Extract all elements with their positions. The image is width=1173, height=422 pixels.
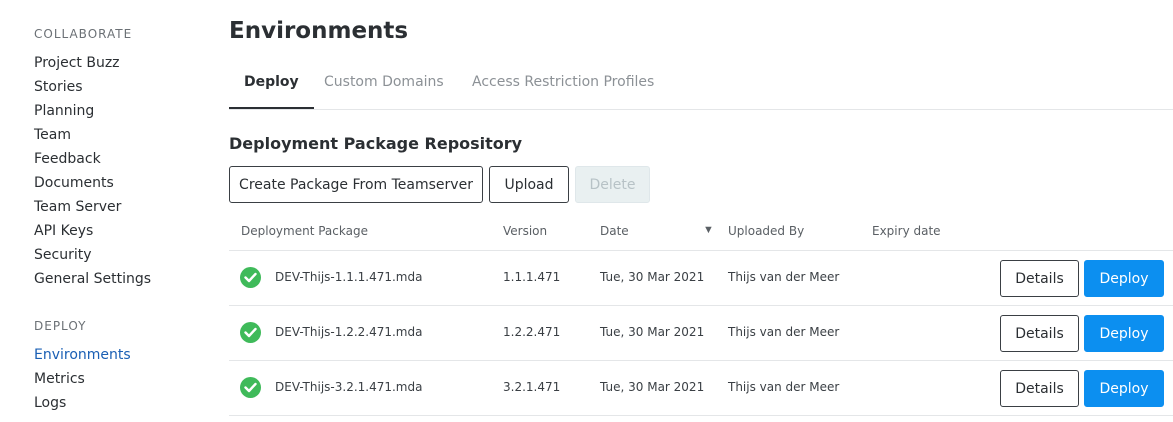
package-table: Deployment Package Version Date ▼ Upload… <box>229 212 1173 416</box>
column-header-expiry-date[interactable]: Expiry date <box>872 224 941 238</box>
sidebar-item-feedback[interactable]: Feedback <box>34 147 151 171</box>
column-header-uploaded-by[interactable]: Uploaded By <box>728 224 804 238</box>
package-name: DEV-Thijs-1.1.1.471.mda <box>275 270 423 284</box>
sort-desc-icon[interactable]: ▼ <box>703 224 714 236</box>
package-uploaded-by: Thijs van der Meer <box>728 380 840 394</box>
table-row: DEV-Thijs-3.2.1.471.mda 3.2.1.471 Tue, 3… <box>229 361 1173 416</box>
tab-access-restriction-profiles[interactable]: Access Restriction Profiles <box>472 60 654 107</box>
deploy-button[interactable]: Deploy <box>1084 370 1164 407</box>
tab-deploy[interactable]: Deploy <box>229 60 314 109</box>
page-title: Environments <box>229 18 409 44</box>
package-name: DEV-Thijs-1.2.2.471.mda <box>275 325 423 339</box>
sidebar-item-documents[interactable]: Documents <box>34 171 151 195</box>
upload-button[interactable]: Upload <box>489 166 569 203</box>
package-version: 3.2.1.471 <box>503 380 561 394</box>
sidebar-item-environments[interactable]: Environments <box>34 343 131 367</box>
column-header-date[interactable]: Date <box>600 224 629 238</box>
package-version: 1.1.1.471 <box>503 270 561 284</box>
sidebar-item-metrics[interactable]: Metrics <box>34 367 131 391</box>
package-version: 1.2.2.471 <box>503 325 561 339</box>
table-row: DEV-Thijs-1.2.2.471.mda 1.2.2.471 Tue, 3… <box>229 306 1173 361</box>
create-package-button[interactable]: Create Package From Teamserver <box>229 166 483 203</box>
tab-custom-domains[interactable]: Custom Domains <box>324 60 444 107</box>
sidebar: COLLABORATE Project Buzz Stories Plannin… <box>0 0 200 422</box>
package-name: DEV-Thijs-3.2.1.471.mda <box>275 380 423 394</box>
sidebar-item-project-buzz[interactable]: Project Buzz <box>34 51 151 75</box>
sidebar-item-api-keys[interactable]: API Keys <box>34 219 151 243</box>
delete-button: Delete <box>575 166 650 203</box>
details-button[interactable]: Details <box>1000 315 1079 352</box>
sidebar-item-logs[interactable]: Logs <box>34 391 131 415</box>
table-header: Deployment Package Version Date ▼ Upload… <box>229 212 1173 251</box>
sidebar-item-general-settings[interactable]: General Settings <box>34 267 151 291</box>
sidebar-section-collaborate: COLLABORATE <box>34 27 133 41</box>
package-uploaded-by: Thijs van der Meer <box>728 325 840 339</box>
package-uploaded-by: Thijs van der Meer <box>728 270 840 284</box>
tab-bar: Deploy Custom Domains Access Restriction… <box>229 60 1173 110</box>
column-header-package[interactable]: Deployment Package <box>241 224 368 238</box>
package-date: Tue, 30 Mar 2021 <box>600 325 705 339</box>
sidebar-item-stories[interactable]: Stories <box>34 75 151 99</box>
check-circle-icon <box>240 377 261 398</box>
deploy-nav-list: Environments Metrics Logs <box>34 343 131 415</box>
sidebar-item-planning[interactable]: Planning <box>34 99 151 123</box>
sidebar-section-deploy: DEPLOY <box>34 319 87 333</box>
collaborate-nav-list: Project Buzz Stories Planning Team Feedb… <box>34 51 151 291</box>
table-row: DEV-Thijs-1.1.1.471.mda 1.1.1.471 Tue, 3… <box>229 251 1173 306</box>
section-heading: Deployment Package Repository <box>229 134 523 153</box>
check-circle-icon <box>240 322 261 343</box>
deploy-button[interactable]: Deploy <box>1084 260 1164 297</box>
details-button[interactable]: Details <box>1000 260 1079 297</box>
sidebar-item-team-server[interactable]: Team Server <box>34 195 151 219</box>
details-button[interactable]: Details <box>1000 370 1079 407</box>
package-date: Tue, 30 Mar 2021 <box>600 380 705 394</box>
deploy-button[interactable]: Deploy <box>1084 315 1164 352</box>
column-header-version[interactable]: Version <box>503 224 547 238</box>
main-content: Environments Deploy Custom Domains Acces… <box>229 0 1173 422</box>
sidebar-item-security[interactable]: Security <box>34 243 151 267</box>
sidebar-item-team[interactable]: Team <box>34 123 151 147</box>
check-circle-icon <box>240 267 261 288</box>
package-date: Tue, 30 Mar 2021 <box>600 270 705 284</box>
